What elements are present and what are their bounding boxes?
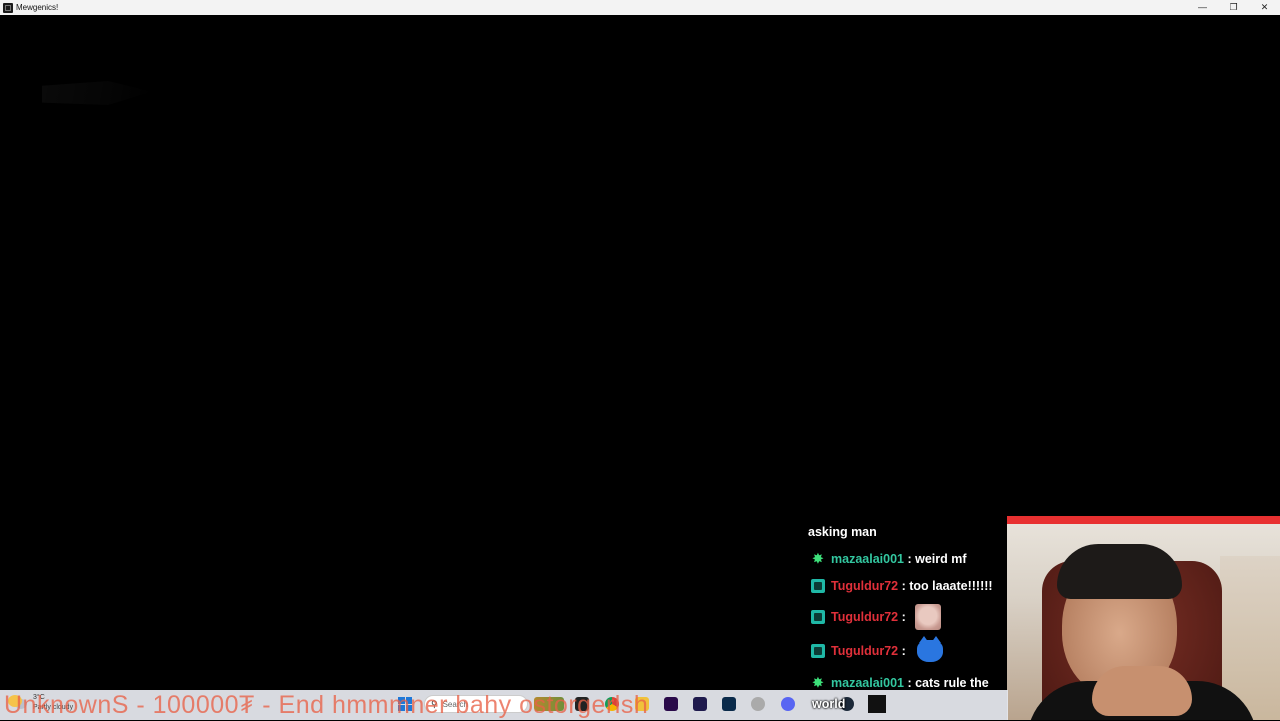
close-button[interactable]: ✕ [1249, 0, 1280, 15]
cat-emote-icon [917, 636, 944, 662]
mewgenics-icon[interactable] [868, 695, 886, 713]
chat-username: mazaalai001 [831, 552, 904, 566]
chat-message: cats rule the [915, 676, 989, 690]
chat-username: Tuguldur72 [831, 579, 899, 593]
chat-username: mazaalai001 [831, 676, 904, 690]
chat-line: ✸ mazaalai001 : cats rule the [808, 675, 989, 691]
chat-separator: : [898, 644, 910, 658]
chat-message: too laaate!!!!!! [909, 579, 993, 593]
after-effects-icon[interactable] [693, 697, 707, 711]
mewgenics-app-icon [3, 2, 13, 13]
chat-line: Tuguldur72 : [808, 604, 942, 630]
restore-button[interactable]: ❐ [1218, 0, 1249, 15]
chat-separator: : [898, 579, 910, 593]
chat-separator: : [903, 676, 916, 690]
chat-separator: : [903, 552, 916, 566]
subscriber-badge-icon [811, 579, 825, 593]
subscriber-badge-icon [811, 610, 825, 624]
webcam-frame-border [1007, 516, 1280, 524]
window-title: Mewgenics! [16, 3, 59, 12]
title-bar: Mewgenics! — ❐ ✕ [0, 0, 1280, 15]
chat-username: Tuguldur72 [831, 610, 899, 624]
donation-ticker: UnknownS - 100000₮ - End hmmmner bahy os… [4, 691, 649, 719]
chat-message: asking man [808, 525, 877, 539]
window-controls: — ❐ ✕ [1187, 0, 1280, 15]
subscriber-badge-icon [811, 644, 825, 658]
star-badge-icon: ✸ [812, 675, 824, 690]
chat-line: Tuguldur72 : [808, 636, 944, 662]
premiere-icon[interactable] [664, 697, 678, 711]
chat-message: weird mf [915, 552, 967, 566]
chat-line: ✸ mazaalai001 : weird mf [808, 551, 967, 567]
settings-icon[interactable] [751, 697, 765, 711]
webcam-streamer-hair [1057, 544, 1182, 599]
webcam-streamer-hand [1092, 666, 1192, 716]
chat-message-continuation: world [812, 697, 846, 711]
chat-line: Tuguldur72 : too laaate!!!!!! [808, 579, 993, 593]
chat-separator: : [898, 610, 910, 624]
streamer-webcam [1007, 516, 1280, 720]
chat-line: asking man [808, 525, 877, 539]
photoshop-icon[interactable] [722, 697, 736, 711]
face-emote-icon [915, 604, 942, 630]
star-badge-icon: ✸ [812, 551, 824, 566]
faint-game-sprite [42, 81, 152, 105]
discord-icon[interactable] [781, 697, 795, 711]
minimize-button[interactable]: — [1187, 0, 1218, 15]
chat-username: Tuguldur72 [831, 644, 899, 658]
